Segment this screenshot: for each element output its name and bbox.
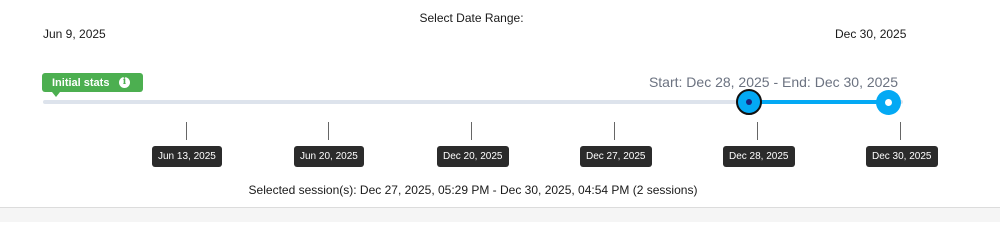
- tick-label: Jun 13, 2025: [152, 146, 222, 167]
- tick-label: Dec 20, 2025: [437, 146, 509, 167]
- info-icon[interactable]: i: [119, 77, 130, 88]
- tick-label: Dec 30, 2025: [866, 146, 938, 167]
- range-end-label: Dec 30, 2025: [835, 27, 907, 41]
- selection-range-label: Start: Dec 28, 2025 - End: Dec 30, 2025: [648, 74, 898, 90]
- tick-mark: [614, 122, 615, 140]
- initial-stats-label: Initial stats: [52, 76, 110, 89]
- handle-center-dot: [885, 99, 892, 106]
- handle-center-dot: [746, 99, 752, 105]
- tick-mark: [186, 122, 187, 140]
- initial-stats-badge[interactable]: Initial stats i: [42, 73, 143, 97]
- panel-footer-strip: [0, 207, 1000, 222]
- tick-mark: [757, 122, 758, 140]
- date-range-title: Select Date Range:: [419, 11, 524, 25]
- slider-start-handle[interactable]: [736, 89, 762, 115]
- range-start-label: Jun 9, 2025: [43, 27, 106, 41]
- tick-mark: [328, 122, 329, 140]
- tick-label: Jun 20, 2025: [294, 146, 364, 167]
- tick-mark: [471, 122, 472, 140]
- tick-mark: [900, 122, 901, 140]
- tick-label: Dec 27, 2025: [580, 146, 652, 167]
- selected-sessions-text: Selected session(s): Dec 27, 2025, 05:29…: [248, 183, 698, 197]
- tick-label: Dec 28, 2025: [723, 146, 795, 167]
- slider-end-handle[interactable]: [876, 90, 901, 115]
- slider-selected-range: [749, 100, 888, 104]
